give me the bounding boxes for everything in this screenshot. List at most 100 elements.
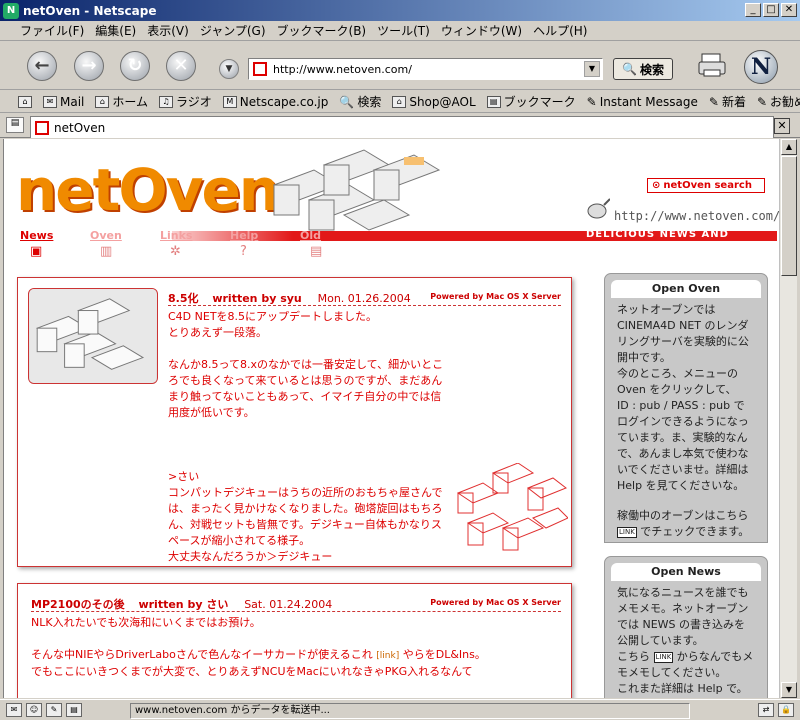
post-body: NLK入れたいでも次海和にいくまではお預け。 そんな中NIEやらDriverLa… xyxy=(31,615,551,696)
bookmark-label: Mail xyxy=(60,94,85,109)
post-paragraph xyxy=(168,437,448,453)
magnifier-icon: 🔍 xyxy=(339,94,355,109)
links-icon[interactable]: ✲ xyxy=(170,244,240,259)
post-link[interactable]: [link] xyxy=(376,651,399,661)
post-paragraph: なんか8.5って8.xのなかでは一番安定して、細かいところでも良くなって来ている… xyxy=(168,358,444,419)
scroll-up-button[interactable]: ▲ xyxy=(781,139,797,155)
nav-links[interactable]: Links xyxy=(160,229,230,242)
sidebar-text: 気になるニュースを誰でもメモメモ。ネットオーブンでは NEWS の書き込みを公開… xyxy=(617,586,749,647)
bookmark-label: Shop@AOL xyxy=(409,94,476,109)
post-header: 8.5化 written by syu Mon. 01.26.2004 xyxy=(168,290,411,306)
back-button[interactable]: ← xyxy=(27,51,57,81)
scroll-down-button[interactable]: ▼ xyxy=(781,682,797,698)
my-netscape-icon: M xyxy=(222,95,237,108)
address-book-icon[interactable]: ▤ xyxy=(66,703,82,717)
search-button-label: 検索 xyxy=(639,62,664,77)
stop-button[interactable]: ✕ xyxy=(166,51,196,81)
scroll-thumb[interactable] xyxy=(781,156,797,276)
mail-icon[interactable]: ✉ xyxy=(6,703,22,717)
forward-button[interactable]: → xyxy=(74,51,104,81)
bookmark-label: 新着 xyxy=(721,95,746,109)
bookmark-radio[interactable]: ♫ ラジオ xyxy=(159,93,212,110)
minimize-button[interactable]: _ xyxy=(745,3,761,17)
menu-bar: ファイル(F) 編集(E) 表示(V) ジャンプ(G) ブックマーク(B) ツー… xyxy=(0,21,800,41)
post-divider xyxy=(31,611,561,612)
site-search-button[interactable]: ⊙ netOven search xyxy=(647,178,765,193)
sidebar-text: 稼働中のオーブンはこちら LINK でチェックできます。 xyxy=(617,508,755,540)
link-badge[interactable]: LINK xyxy=(653,651,674,663)
menu-file[interactable]: ファイル(F) xyxy=(16,22,91,39)
menu-edit[interactable]: 編集(E) xyxy=(91,22,143,39)
bookmark-netscape[interactable]: M Netscape.co.jp xyxy=(222,94,329,109)
bookmark-label: ブックマーク xyxy=(503,95,576,109)
magnifier-icon: 🔍 xyxy=(622,62,637,76)
old-archive-icon[interactable]: ▤ xyxy=(310,244,380,259)
security-lock-icon: 🔒 xyxy=(778,703,794,717)
nav-old[interactable]: Old xyxy=(300,229,370,242)
sidebar-title: Open News xyxy=(611,563,761,581)
toolbar-grip[interactable]: ⌂ xyxy=(18,95,32,108)
url-history-dropdown[interactable]: ▼ xyxy=(219,59,239,79)
new-tab-icon[interactable]: ▤ xyxy=(6,117,24,133)
composer-icon[interactable]: ✎ xyxy=(46,703,62,717)
site-tagline: DELICIOUS NEWS AND RENDERING xyxy=(586,229,729,251)
url-dropdown-button[interactable]: ▼ xyxy=(584,61,600,77)
bookmark-mail[interactable]: ✉ Mail xyxy=(43,95,84,109)
bookmark-page-icon: ✎ xyxy=(586,94,597,109)
bookmark-new[interactable]: ✎ 新着 xyxy=(709,93,746,110)
bookmark-shop-aol[interactable]: ⌂ Shop@AOL xyxy=(392,94,476,109)
status-text: www.netoven.com からデータを転送中... xyxy=(130,703,690,719)
sidebar-text-part: でチェックできます。 xyxy=(640,525,750,538)
chevron-down-icon: ▼ xyxy=(225,64,233,74)
news-clipboard-icon[interactable]: ▣ xyxy=(30,244,100,259)
window-title: netOven - Netscape xyxy=(23,3,157,18)
oven-icon[interactable]: ▥ xyxy=(100,244,170,259)
menu-view[interactable]: 表示(V) xyxy=(143,22,196,39)
url-input[interactable] xyxy=(273,62,583,76)
tab-netoven[interactable]: netOven xyxy=(30,116,774,138)
navigation-toolbar: ← → ↻ ✕ ▼ ▼ 🔍 検索 N xyxy=(0,42,800,90)
post-divider xyxy=(168,305,561,306)
site-logo[interactable]: netOven xyxy=(16,161,280,219)
tab-bar: ▤ netOven ✕ xyxy=(0,114,800,138)
bookmarks-folder-icon: ▤ xyxy=(486,95,501,108)
site-nav: News Oven Links Help Old xyxy=(20,229,370,242)
menu-go[interactable]: ジャンプ(G) xyxy=(196,22,273,39)
reload-icon: ↻ xyxy=(127,55,143,76)
nav-help[interactable]: Help xyxy=(230,229,300,242)
sidebar-text: 今のところ、メニューのOven をクリックして、 xyxy=(617,367,738,396)
post-header: MP2100のその後 written by さい Sat. 01.24.2004 xyxy=(31,596,332,612)
wireframe-oven-illustration xyxy=(456,463,568,551)
nav-news[interactable]: News xyxy=(20,229,90,242)
link-badge[interactable]: LINK xyxy=(617,526,637,538)
close-window-button[interactable]: ✕ xyxy=(781,3,797,17)
site-search-label: netOven search xyxy=(663,180,752,191)
sidebar-text: これまた詳細は Help で。 xyxy=(617,682,748,695)
netscape-throbber-icon[interactable]: N xyxy=(744,50,778,84)
post-title: MP2100のその後 xyxy=(31,598,125,611)
maximize-button[interactable]: □ xyxy=(763,3,779,17)
vertical-scrollbar[interactable]: ▲ ▼ xyxy=(779,139,797,698)
back-arrow-icon: ← xyxy=(34,55,50,76)
sidebar-text-part: こちら xyxy=(617,650,650,663)
menu-help[interactable]: ヘルプ(H) xyxy=(529,22,594,39)
bookmark-label: Netscape.co.jp xyxy=(239,94,329,109)
menu-bookmarks[interactable]: ブックマーク(B) xyxy=(273,22,374,39)
bookmark-search[interactable]: 🔍 検索 xyxy=(339,93,381,110)
instant-message-icon[interactable]: ☺ xyxy=(26,703,42,717)
bookmark-instant-message[interactable]: ✎ Instant Message xyxy=(587,95,698,109)
help-icon[interactable]: ? xyxy=(240,244,310,259)
menu-window[interactable]: ウィンドウ(W) xyxy=(437,22,529,39)
print-icon[interactable] xyxy=(696,50,728,80)
bookmark-bookmarks[interactable]: ▤ ブックマーク xyxy=(486,93,576,110)
bookmark-home[interactable]: ⌂ ホーム xyxy=(95,93,148,110)
status-bar: ✉ ☺ ✎ ▤ www.netoven.com からデータを転送中... ⇄ 🔒 xyxy=(0,699,800,720)
search-button[interactable]: 🔍 検索 xyxy=(613,58,673,80)
bookmark-recommended[interactable]: ✎お勧め xyxy=(757,93,800,110)
bookmark-label: ホーム xyxy=(112,95,149,109)
post-title: 8.5化 xyxy=(168,292,199,305)
close-tab-button[interactable]: ✕ xyxy=(774,118,790,134)
menu-tools[interactable]: ツール(T) xyxy=(373,22,437,39)
reload-button[interactable]: ↻ xyxy=(120,51,150,81)
nav-oven[interactable]: Oven xyxy=(90,229,160,242)
